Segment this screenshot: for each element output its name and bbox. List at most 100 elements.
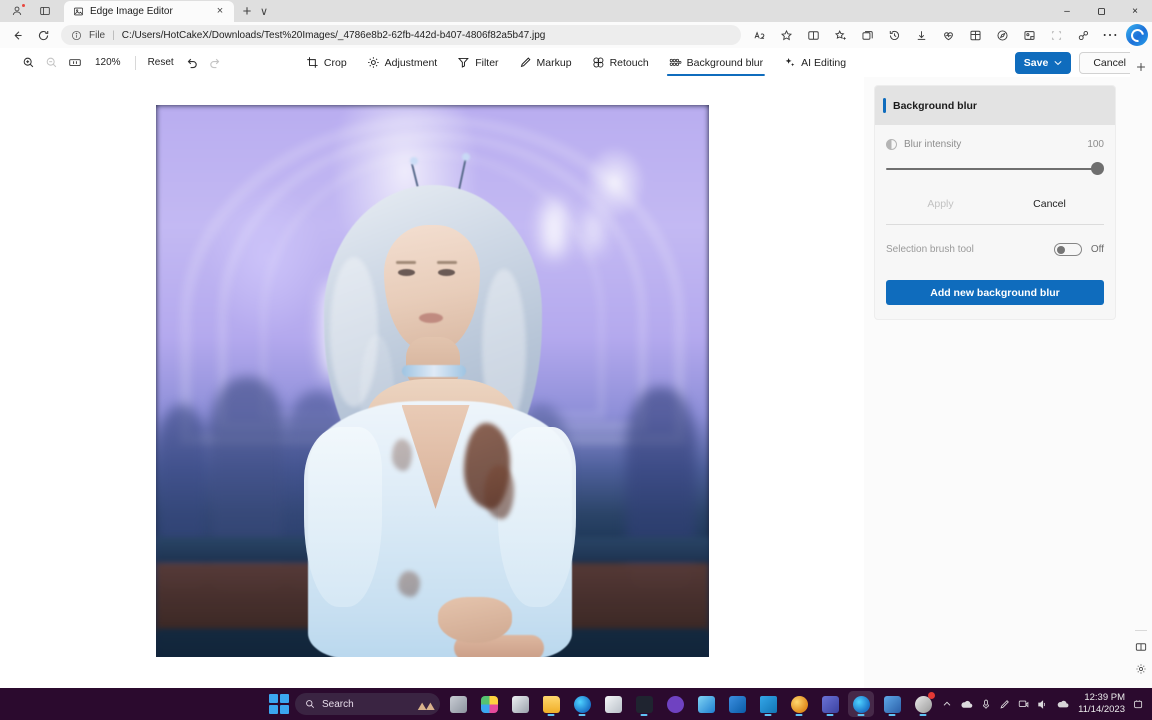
tab-adjustment-label: Adjustment [384,56,438,69]
save-button-label: Save [1023,56,1049,69]
tab-strip-right: + ∨ [239,3,272,20]
file-explorer-icon[interactable] [538,691,564,717]
collections-icon[interactable] [854,24,880,46]
screenshot-icon[interactable] [1043,24,1069,46]
add-sidebar-app-icon[interactable] [1132,58,1150,76]
address-bar[interactable]: File | C:/Users/HotCakeX/Downloads/Test%… [61,25,741,45]
clock-date: 11/14/2023 [1078,704,1125,715]
apply-button[interactable]: Apply [886,198,995,210]
profile-avatar-icon[interactable] [4,1,30,21]
add-new-background-blur-button[interactable]: Add new background blur [886,280,1104,305]
back-icon[interactable] [4,24,30,46]
close-window-button[interactable]: × [1118,0,1152,22]
edited-photo[interactable] [155,105,709,657]
network-icon[interactable] [1018,699,1029,710]
panel-header: Background blur [875,86,1115,125]
tab-retouch[interactable]: Retouch [583,49,658,76]
edge-dev-icon[interactable] [848,691,874,717]
task-manager-icon[interactable] [507,691,533,717]
taskbar-clock[interactable]: 12:39 PM 11/14/2023 [1078,692,1125,716]
site-info-icon[interactable] [71,30,82,41]
github-desktop-icon[interactable] [662,691,688,717]
add-favorite-icon[interactable] [827,24,853,46]
photos-icon[interactable] [693,691,719,717]
undo-icon[interactable] [182,52,203,73]
tab-close-icon[interactable]: × [212,3,228,19]
history-icon[interactable] [881,24,907,46]
headpiece-tip [409,157,418,165]
zoom-out-icon[interactable] [41,52,62,73]
image-canvas-area[interactable] [0,77,864,688]
split-screen-icon[interactable] [800,24,826,46]
refresh-icon[interactable] [30,24,56,46]
panel-cancel-button[interactable]: Cancel [995,198,1104,210]
photo-subject [303,153,576,657]
copilot-icon[interactable] [1126,24,1148,46]
maximize-button[interactable] [1084,0,1118,22]
notifications-icon[interactable] [1133,699,1144,710]
start-button[interactable] [268,693,290,715]
tab-title: Edge Image Editor [90,5,173,17]
extensions-icon[interactable] [962,24,988,46]
downloads-icon[interactable] [908,24,934,46]
blur-intensity-icon [886,139,897,150]
tab-actions-icon[interactable] [32,1,58,21]
browser-tab[interactable]: Edge Image Editor × [64,0,234,22]
minimize-button[interactable]: – [1050,0,1084,22]
selection-brush-label: Selection brush tool [886,244,974,255]
tab-background-blur[interactable]: Background blur [660,49,772,76]
app-running-indicator [640,714,648,716]
chevron-down-icon[interactable] [1054,60,1062,66]
subject-eyebrow [436,261,457,264]
tab-markup[interactable]: Markup [510,49,581,76]
tab-list-chevron-down-icon[interactable]: ∨ [256,3,272,19]
slider-thumb[interactable] [1091,162,1104,175]
vscode-icon[interactable] [755,691,781,717]
sidebar-settings-gear-icon[interactable] [1132,660,1150,678]
favorite-star-icon[interactable] [773,24,799,46]
taskbar-search-box[interactable]: Search ⛰⛰ [295,693,440,715]
zoom-in-icon[interactable] [18,52,39,73]
selection-brush-control: Off [1053,243,1104,256]
browser-essentials-icon[interactable] [935,24,961,46]
sidebar-split-screen-icon[interactable] [1132,638,1150,656]
pen-menu-icon[interactable] [999,699,1010,710]
app-running-indicator [795,714,803,716]
subject-hands [437,597,512,643]
tab-adjustment[interactable]: Adjustment [358,49,447,76]
onedrive-icon[interactable] [960,699,973,709]
weather-icon[interactable] [1056,699,1070,709]
read-aloud-icon[interactable] [746,24,772,46]
blur-intensity-slider[interactable] [886,162,1104,176]
redo-icon[interactable] [205,52,226,73]
tab-filter[interactable]: Filter [448,49,507,76]
widgets-icon[interactable] [476,691,502,717]
settings-more-icon[interactable] [1070,24,1096,46]
edge-browser-icon[interactable] [569,691,595,717]
selection-brush-toggle[interactable] [1053,243,1082,256]
outlook-icon[interactable] [724,691,750,717]
teams-icon[interactable] [817,691,843,717]
powertoys-icon[interactable] [879,691,905,717]
microphone-icon[interactable] [981,699,991,710]
show-hidden-icons[interactable] [942,699,952,709]
new-tab-button[interactable]: + [239,3,255,20]
more-options-icon[interactable]: ⋯ [1097,24,1123,46]
subject-eye [437,269,455,276]
microsoft-store-icon[interactable] [600,691,626,717]
image-editor-app: 120% Reset Crop Adjustment Filter Markup… [0,48,1152,688]
blur-settings-card: Background blur Blur intensity 100 Apply… [874,85,1116,320]
edge-canary-icon[interactable] [786,691,812,717]
pen-icon [519,56,532,69]
edge-drop-icon[interactable] [989,24,1015,46]
taskview-icon[interactable] [445,691,471,717]
tab-crop[interactable]: Crop [297,49,356,76]
volume-icon[interactable] [1037,699,1048,710]
profile-card-icon[interactable] [1016,24,1042,46]
tab-ai-editing[interactable]: AI Editing [774,49,855,76]
save-button[interactable]: Save [1014,51,1072,74]
app-icon[interactable] [910,691,936,717]
reset-button[interactable]: Reset [142,53,180,73]
terminal-icon[interactable] [631,691,657,717]
fit-to-screen-icon[interactable] [64,52,85,73]
